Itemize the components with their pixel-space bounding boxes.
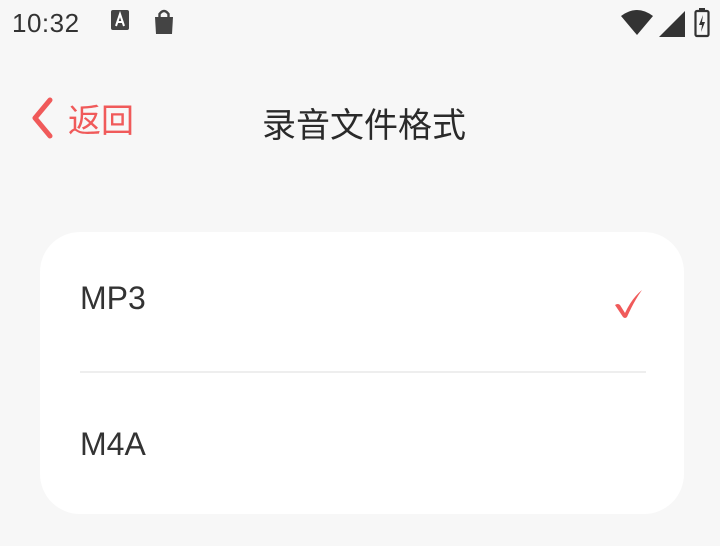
- format-options-card: MP3 M4A: [40, 232, 684, 514]
- screen: 10:32 返回 录音文件格式 MP3 M4A: [0, 0, 720, 546]
- shopping-bag-icon: [155, 9, 173, 34]
- page-title: 录音文件格式: [262, 106, 466, 146]
- option-label: MP3: [80, 280, 146, 316]
- status-time: 10:32: [12, 8, 80, 38]
- header: 返回 录音文件格式: [0, 80, 720, 156]
- option-label: M4A: [80, 426, 146, 462]
- a-letter-icon: [111, 10, 129, 30]
- option-mp3[interactable]: MP3: [40, 232, 684, 373]
- wifi-icon: [621, 10, 653, 35]
- option-m4a[interactable]: M4A: [40, 372, 684, 512]
- signal-icon: [659, 11, 685, 37]
- status-bar: 10:32: [0, 0, 720, 52]
- battery-icon: [694, 8, 710, 38]
- checkmark-icon: [615, 290, 642, 318]
